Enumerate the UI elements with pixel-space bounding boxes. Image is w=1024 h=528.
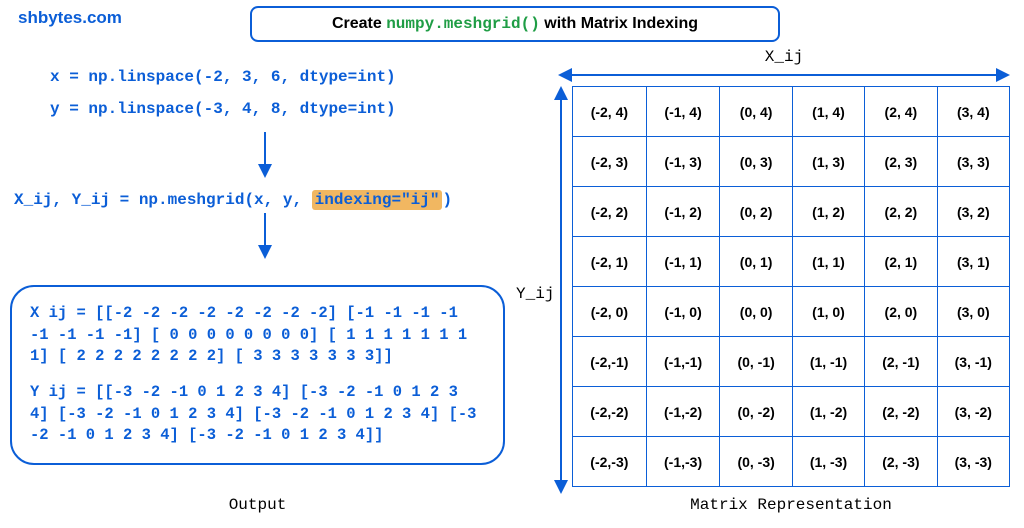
- grid-cell: (0, -1): [720, 337, 792, 387]
- grid-cell: (0, -2): [720, 387, 792, 437]
- grid-cell: (1, -1): [792, 337, 864, 387]
- code-y: y = np.linspace(-3, 4, 8, dtype=int): [50, 100, 520, 118]
- grid-cell: (1, 2): [792, 187, 864, 237]
- grid-cell: (3, -3): [937, 437, 1009, 487]
- output-box: X ij = [[-2 -2 -2 -2 -2 -2 -2 -2] [-1 -1…: [10, 285, 505, 465]
- grid-cell: (-1, 3): [646, 137, 720, 187]
- grid-cell: (1, 3): [792, 137, 864, 187]
- grid-cell: (2, 0): [865, 287, 937, 337]
- grid-cell: (0, 2): [720, 187, 792, 237]
- site-label: shbytes.com: [18, 8, 122, 28]
- grid-cell: (1, 4): [792, 87, 864, 137]
- grid-cell: (3, -2): [937, 387, 1009, 437]
- output-label: Output: [10, 496, 505, 514]
- grid-cell: (-1, 4): [646, 87, 720, 137]
- grid-cell: (-2, 1): [573, 237, 647, 287]
- y-axis-arrow-icon: [554, 86, 568, 494]
- mesh-post: ): [442, 191, 452, 209]
- page-title: Create numpy.meshgrid() with Matrix Inde…: [250, 6, 780, 42]
- grid-cell: (1, 0): [792, 287, 864, 337]
- grid-cell: (-2, 0): [573, 287, 647, 337]
- grid-cell: (0, 0): [720, 287, 792, 337]
- output-x: X ij = [[-2 -2 -2 -2 -2 -2 -2 -2] [-1 -1…: [30, 303, 485, 368]
- matrix-label: Matrix Representation: [572, 496, 1010, 514]
- grid-cell: (-2, 2): [573, 187, 647, 237]
- grid-cell: (2, -3): [865, 437, 937, 487]
- grid-cell: (2, 4): [865, 87, 937, 137]
- grid-cell: (-2, 3): [573, 137, 647, 187]
- matrix-grid: (-2, 4)(-1, 4)(0, 4)(1, 4)(2, 4)(3, 4) (-…: [572, 86, 1010, 487]
- grid-cell: (1, -3): [792, 437, 864, 487]
- code-x: x = np.linspace(-2, 3, 6, dtype=int): [50, 68, 520, 86]
- grid-cell: (1, -2): [792, 387, 864, 437]
- grid-cell: (2, 3): [865, 137, 937, 187]
- title-pre: Create: [332, 15, 386, 32]
- mesh-pre: X_ij, Y_ij = np.meshgrid(x, y,: [14, 191, 312, 209]
- grid-cell: (2, -2): [865, 387, 937, 437]
- arrow-down-icon: [10, 132, 520, 183]
- grid-cell: (-2,-3): [573, 437, 647, 487]
- output-y: Y ij = [[-3 -2 -1 0 1 2 3 4] [-3 -2 -1 0…: [30, 382, 485, 447]
- grid-cell: (0, 1): [720, 237, 792, 287]
- grid-cell: (0, -3): [720, 437, 792, 487]
- grid-cell: (-2,-1): [573, 337, 647, 387]
- grid-cell: (2, 2): [865, 187, 937, 237]
- arrow-down-icon: [10, 213, 520, 264]
- title-func: numpy.meshgrid(): [386, 15, 540, 33]
- grid-cell: (0, 4): [720, 87, 792, 137]
- grid-cell: (3, -1): [937, 337, 1009, 387]
- y-axis-label: Y_ij: [516, 285, 554, 303]
- grid-cell: (-1,-2): [646, 387, 720, 437]
- title-post: with Matrix Indexing: [540, 15, 698, 32]
- grid-cell: (3, 1): [937, 237, 1009, 287]
- code-meshgrid: X_ij, Y_ij = np.meshgrid(x, y, indexing=…: [14, 191, 520, 209]
- grid-cell: (-1, 0): [646, 287, 720, 337]
- grid-cell: (2, 1): [865, 237, 937, 287]
- grid-cell: (2, -1): [865, 337, 937, 387]
- left-panel: x = np.linspace(-2, 3, 6, dtype=int) y =…: [10, 60, 520, 272]
- x-axis-arrow-icon: [558, 68, 1010, 82]
- grid-cell: (3, 3): [937, 137, 1009, 187]
- x-axis-label: X_ij: [558, 48, 1010, 66]
- grid-cell: (0, 3): [720, 137, 792, 187]
- grid-cell: (3, 2): [937, 187, 1009, 237]
- grid-cell: (-2, 4): [573, 87, 647, 137]
- grid-cell: (3, 4): [937, 87, 1009, 137]
- grid-cell: (-1,-3): [646, 437, 720, 487]
- grid-cell: (-1,-1): [646, 337, 720, 387]
- grid-cell: (-2,-2): [573, 387, 647, 437]
- grid-cell: (3, 0): [937, 287, 1009, 337]
- grid-cell: (1, 1): [792, 237, 864, 287]
- mesh-highlight: indexing="ij": [312, 190, 443, 210]
- grid-cell: (-1, 2): [646, 187, 720, 237]
- grid-cell: (-1, 1): [646, 237, 720, 287]
